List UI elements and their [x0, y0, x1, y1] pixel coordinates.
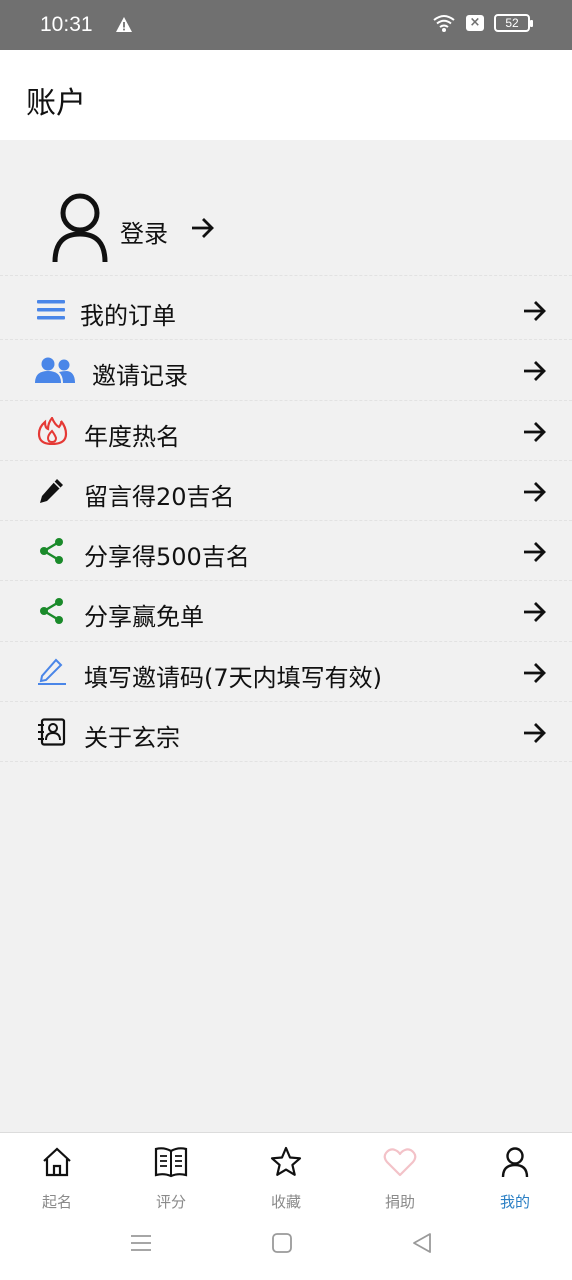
- menu-item-label: 邀请记录: [92, 362, 188, 391]
- home-button-icon[interactable]: [270, 1232, 294, 1254]
- menu-item-label: 分享赢免单: [84, 603, 204, 632]
- tab-label: 收藏: [270, 1193, 301, 1211]
- tab-naming[interactable]: 起名: [0, 1133, 114, 1223]
- fire-icon: [37, 416, 68, 445]
- login-label: 登录: [120, 220, 168, 248]
- tab-label: 我的: [499, 1193, 530, 1211]
- status-time: 10:31: [40, 13, 93, 36]
- arrow-right-icon: [524, 602, 546, 623]
- book-icon: [154, 1147, 188, 1178]
- tab-label: 评分: [155, 1193, 186, 1211]
- tab-label: 捐助: [384, 1193, 415, 1211]
- menu-item-label: 关于玄宗: [84, 724, 180, 753]
- menu-item-label: 填写邀请码(7天内填写有效): [84, 663, 382, 692]
- status-bar: 10:31 × 52: [0, 0, 572, 50]
- page-title: 账户: [26, 86, 86, 121]
- arrow-right-icon: [524, 421, 546, 442]
- contact-card-icon: [38, 718, 66, 746]
- system-nav-bar: [0, 1222, 572, 1262]
- tab-rating[interactable]: 评分: [114, 1133, 228, 1223]
- tab-mine[interactable]: 我的: [458, 1133, 572, 1223]
- pencil-icon: [40, 478, 63, 503]
- menu-item-about[interactable]: 关于玄宗: [0, 702, 572, 763]
- login-row[interactable]: 登录: [0, 180, 572, 276]
- app-header: 账户: [0, 50, 572, 140]
- menu-item-enter-invite-code[interactable]: 填写邀请码(7天内填写有效): [0, 642, 572, 703]
- back-icon[interactable]: [410, 1232, 434, 1254]
- edit-icon: [38, 658, 66, 685]
- home-icon: [43, 1147, 71, 1177]
- list-icon: [37, 300, 65, 320]
- arrow-right-icon: [524, 361, 546, 382]
- menu-item-orders[interactable]: 我的订单: [0, 280, 572, 341]
- menu-item-label: 我的订单: [80, 302, 176, 330]
- share-icon: [40, 538, 63, 565]
- menu-item-share-reward[interactable]: 分享得500吉名: [0, 521, 572, 582]
- tab-donate[interactable]: 捐助: [343, 1133, 457, 1223]
- arrow-right-icon: [524, 542, 546, 563]
- arrow-right-icon: [192, 218, 214, 238]
- tab-favorites[interactable]: 收藏: [229, 1133, 343, 1223]
- menu-item-share-free-order[interactable]: 分享赢免单: [0, 581, 572, 642]
- user-avatar-icon: [52, 193, 108, 263]
- battery-icon: 52: [494, 14, 533, 32]
- menu-item-label: 分享得500吉名: [84, 543, 250, 572]
- wifi-icon: [433, 15, 455, 32]
- status-icons: × 52: [432, 13, 533, 33]
- user-icon: [501, 1147, 529, 1178]
- warning-icon: [115, 17, 132, 32]
- menu-item-label: 年度热名: [84, 422, 180, 451]
- tab-label: 起名: [41, 1193, 72, 1211]
- star-icon: [270, 1146, 302, 1176]
- share-icon: [40, 598, 63, 625]
- menu-icon[interactable]: [129, 1232, 153, 1254]
- arrow-right-icon: [524, 301, 546, 321]
- menu-item-annual-hot-names[interactable]: 年度热名: [0, 401, 572, 461]
- arrow-right-icon: [524, 481, 546, 502]
- heart-icon: [383, 1148, 417, 1177]
- no-sim-icon: ×: [466, 15, 484, 31]
- menu-item-label: 留言得20吉名: [84, 482, 235, 511]
- users-icon: [35, 357, 75, 384]
- account-menu: 我的订单 邀请记录 年度热名 留言得20吉名 分享得500吉名 分享赢免单 填写…: [0, 280, 572, 763]
- arrow-right-icon: [524, 723, 546, 744]
- menu-item-invite-records[interactable]: 邀请记录: [0, 340, 572, 401]
- arrow-right-icon: [524, 662, 546, 683]
- menu-item-comment-reward[interactable]: 留言得20吉名: [0, 461, 572, 522]
